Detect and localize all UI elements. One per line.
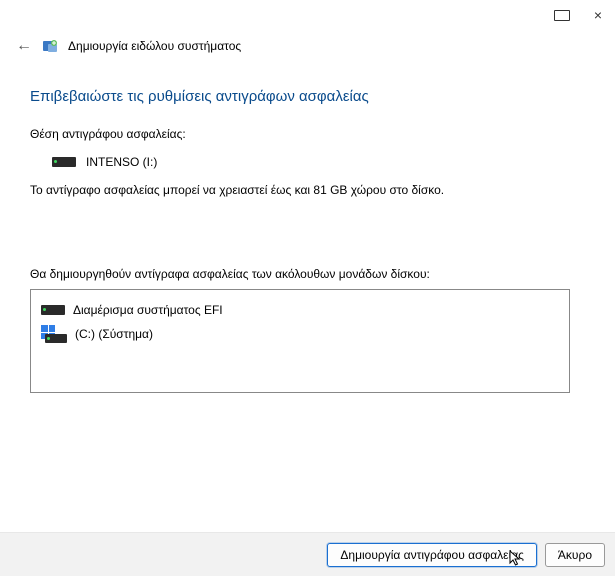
space-required-text: Το αντίγραφο ασφαλείας μπορεί να χρειαστ… [30,183,585,197]
content-area: Επιβεβαιώστε τις ρυθμίσεις αντιγράφων ασ… [0,62,615,393]
wizard-title: Δημιουργία ειδώλου συστήματος [68,39,241,53]
titlebar: × [0,0,615,30]
close-icon[interactable]: × [589,8,607,22]
hard-drive-icon [41,305,65,315]
drives-list: Διαμέρισμα συστήματος EFI (C:) (Σύστημα) [30,289,570,393]
hard-drive-icon [52,157,76,167]
cancel-button[interactable]: Άκυρο [545,543,605,567]
app-icon [42,38,58,54]
backup-drive-name: INTENSO (I:) [86,155,157,169]
window-state-icon[interactable] [553,8,571,22]
backup-location-label: Θέση αντιγράφου ασφαλείας: [30,127,585,141]
back-arrow-icon[interactable]: ← [16,37,32,55]
drives-to-backup-label: Θα δημιουργηθούν αντίγραφα ασφαλείας των… [30,267,585,281]
start-backup-button[interactable]: Δημιουργία αντιγράφου ασφαλείας [327,543,537,567]
backup-location-drive: INTENSO (I:) [30,155,585,169]
windows-drive-icon [41,325,67,343]
page-heading: Επιβεβαιώστε τις ρυθμίσεις αντιγράφων ασ… [30,88,585,105]
header: ← Δημιουργία ειδώλου συστήματος [0,30,615,62]
list-item: Διαμέρισμα συστήματος EFI [41,298,559,322]
drive-item-label: Διαμέρισμα συστήματος EFI [73,303,223,317]
drive-item-label: (C:) (Σύστημα) [75,327,153,341]
footer-bar: Δημιουργία αντιγράφου ασφαλείας Άκυρο [0,532,615,576]
list-item: (C:) (Σύστημα) [41,322,559,346]
